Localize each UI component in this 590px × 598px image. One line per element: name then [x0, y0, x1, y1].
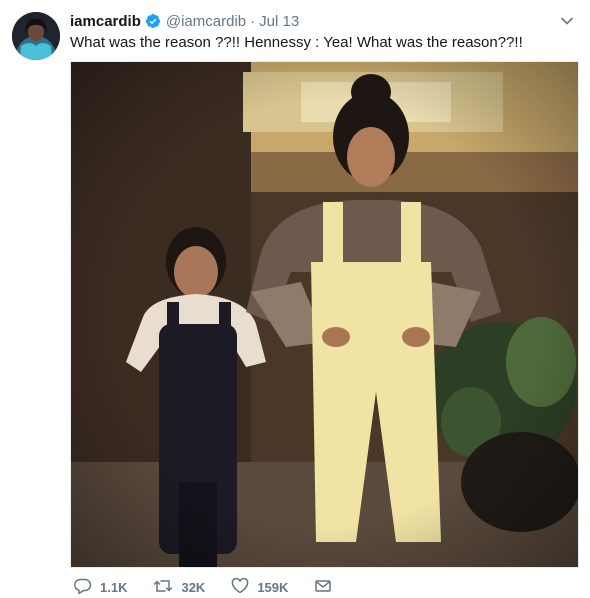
heart-icon: [231, 577, 257, 597]
tweet-header: iamcardib @iamcardib · Jul 13: [70, 10, 550, 32]
avatar[interactable]: [12, 12, 60, 60]
like-button[interactable]: 159K: [231, 577, 289, 597]
display-name[interactable]: iamcardib: [70, 13, 141, 30]
tweet-text: What was the reason ??!! Hennessy : Yea!…: [70, 34, 523, 51]
chevron-down-icon[interactable]: [560, 14, 574, 28]
reply-icon: [74, 578, 100, 597]
like-count: 159K: [257, 579, 289, 595]
retweet-icon: [153, 578, 181, 597]
reply-count: 1.1K: [100, 579, 128, 595]
tweet-photo[interactable]: [70, 61, 579, 568]
reply-button[interactable]: 1.1K: [74, 578, 127, 597]
verified-badge-icon: [145, 13, 161, 29]
user-handle[interactable]: @iamcardib: [166, 13, 246, 30]
direct-message-button[interactable]: [314, 578, 340, 597]
tweet-actions: 1.1K 32K 159K: [74, 576, 366, 598]
header-separator: ·: [250, 12, 256, 30]
tweet-timestamp[interactable]: Jul 13: [259, 13, 299, 30]
retweet-count: 32K: [181, 579, 206, 595]
tweet-card[interactable]: iamcardib @iamcardib · Jul 13 What was t…: [0, 0, 590, 596]
photo-illustration: [71, 62, 578, 567]
envelope-icon: [314, 578, 340, 597]
retweet-button[interactable]: 32K: [153, 578, 205, 597]
avatar-image: [12, 12, 60, 60]
